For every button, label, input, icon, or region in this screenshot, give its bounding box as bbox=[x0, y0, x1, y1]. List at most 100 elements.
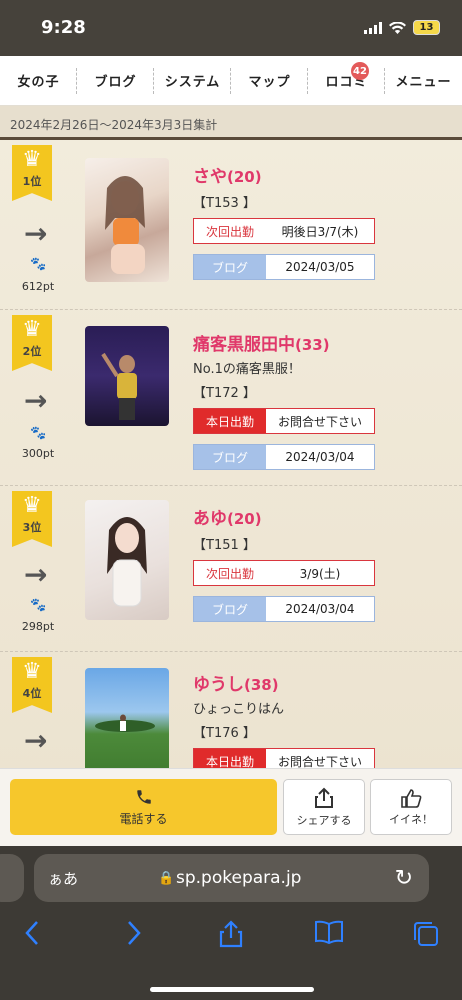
girl-name[interactable]: あゆ(20) bbox=[193, 504, 262, 529]
girl-name-text: さや bbox=[193, 167, 227, 187]
points-label: 298pt bbox=[21, 620, 55, 633]
girl-tno: 【T153 】 bbox=[193, 196, 256, 211]
blog-box[interactable]: ブログ 2024/03/04 bbox=[193, 596, 375, 622]
nav-item-map[interactable]: マップ bbox=[231, 56, 308, 105]
blog-box[interactable]: ブログ 2024/03/05 bbox=[193, 254, 375, 280]
blog-date: 2024/03/04 bbox=[285, 602, 355, 616]
trend-arrow-icon: → bbox=[24, 558, 48, 591]
reviews-count-badge: 42 bbox=[351, 62, 369, 80]
shift-box[interactable]: 本日出勤 お問合せ下さい bbox=[193, 748, 375, 768]
action-bar: 電話する シェアする イイネ！ bbox=[0, 768, 462, 846]
nav-item-reviews[interactable]: ロコミ 42 bbox=[308, 56, 385, 105]
trend-arrow-icon: → bbox=[24, 724, 48, 757]
url-text: sp.pokepara.jp bbox=[176, 868, 302, 888]
nav-item-menu[interactable]: メニュー bbox=[385, 56, 462, 105]
rank-badge: ♛ 1位 bbox=[12, 145, 52, 201]
previous-tab-pill[interactable] bbox=[0, 854, 24, 902]
crown-icon: ♛ bbox=[22, 659, 42, 684]
home-indicator bbox=[150, 987, 314, 992]
ranking-entry[interactable]: ♛ 2位 → 🐾 300pt 痛客黒服田中(33) No.1の痛客黒服！ 【T1… bbox=[0, 310, 462, 486]
girl-name[interactable]: ゆうし(38) bbox=[193, 670, 279, 695]
lock-icon: 🔒 bbox=[158, 870, 175, 886]
girl-photo[interactable] bbox=[85, 158, 169, 282]
girl-tno: 【T172 】 bbox=[193, 386, 256, 401]
nav-item-girls[interactable]: 女の子 bbox=[0, 56, 77, 105]
rank-badge: ♛ 2位 bbox=[12, 315, 52, 371]
girl-photo[interactable] bbox=[85, 500, 169, 620]
url-field[interactable]: ぁあ 🔒 sp.pokepara.jp ↻ bbox=[34, 854, 429, 902]
shift-label: 次回出勤 bbox=[205, 566, 254, 581]
thumbs-up-icon bbox=[401, 788, 422, 808]
points-label: 612pt bbox=[21, 280, 55, 293]
blog-label: ブログ bbox=[194, 445, 266, 469]
crown-icon: ♛ bbox=[22, 317, 42, 342]
nav-item-blog[interactable]: ブログ bbox=[77, 56, 154, 105]
paw-icon: 🐾 bbox=[30, 598, 47, 613]
girl-age: (20) bbox=[227, 168, 262, 186]
share-sheet-icon[interactable] bbox=[218, 920, 244, 955]
ranking-entry[interactable]: ♛ 1位 → 🐾 612pt さや(20) 【T153 】 次回出勤 明後日3/… bbox=[0, 140, 462, 310]
girl-name-text: あゆ bbox=[193, 509, 227, 529]
status-time: 9:28 bbox=[41, 17, 86, 38]
shift-label: 次回出勤 bbox=[205, 224, 254, 239]
wifi-icon bbox=[389, 21, 406, 34]
girl-photo[interactable] bbox=[85, 326, 169, 426]
reload-icon[interactable]: ↻ bbox=[395, 866, 413, 891]
reader-options-button[interactable]: ぁあ bbox=[48, 868, 78, 889]
girl-tno: 【T176 】 bbox=[193, 726, 256, 741]
girl-tno: 【T151 】 bbox=[193, 538, 256, 553]
ranking-entry[interactable]: ♛ 3位 → 🐾 298pt あゆ(20) 【T151 】 次回出勤 3/9(土… bbox=[0, 486, 462, 652]
trend-arrow-icon: → bbox=[24, 384, 48, 417]
points-label: 300pt bbox=[21, 447, 55, 460]
shift-value: お問合せ下さい bbox=[277, 414, 362, 429]
blog-date: 2024/03/04 bbox=[285, 450, 355, 464]
girl-comment: No.1の痛客黒服！ bbox=[193, 362, 301, 377]
paw-icon: 🐾 bbox=[30, 426, 47, 441]
share-button[interactable]: シェアする bbox=[283, 779, 365, 835]
signal-icon bbox=[364, 21, 382, 34]
rank-badge: ♛ 4位 bbox=[12, 657, 52, 713]
status-icons: 13 bbox=[364, 20, 440, 35]
girl-name[interactable]: 痛客黒服田中(33) bbox=[193, 330, 330, 355]
shift-label: 本日出勤 bbox=[194, 409, 266, 433]
crown-icon: ♛ bbox=[22, 493, 42, 518]
like-button-label: イイネ！ bbox=[389, 812, 433, 826]
trend-arrow-icon: → bbox=[24, 217, 48, 250]
phone-icon bbox=[136, 789, 151, 804]
browser-toolbar bbox=[0, 910, 462, 1000]
ranking-period: 2024年2月26日〜2024年3月3日集計 bbox=[0, 106, 462, 140]
nav-item-system[interactable]: システム bbox=[154, 56, 231, 105]
girl-comment: ひょっこりはん bbox=[193, 702, 285, 717]
shift-label: 本日出勤 bbox=[194, 749, 266, 768]
blog-label: ブログ bbox=[194, 255, 266, 279]
shift-box[interactable]: 次回出勤 明後日3/7(木) bbox=[193, 218, 375, 244]
rank-label: 4位 bbox=[22, 687, 42, 700]
bookmarks-icon[interactable] bbox=[314, 920, 344, 951]
ranking-entry[interactable]: ♛ 4位 → ゆうし(38) ひょっこりはん 【T176 】 本日出勤 お問合せ… bbox=[0, 652, 462, 768]
rank-badge: ♛ 3位 bbox=[12, 491, 52, 547]
blog-date: 2024/03/05 bbox=[285, 260, 355, 274]
status-bar: 9:28 13 bbox=[0, 0, 462, 56]
shift-box[interactable]: 次回出勤 3/9(土) bbox=[193, 560, 375, 586]
like-button[interactable]: イイネ！ bbox=[370, 779, 452, 835]
rank-label: 2位 bbox=[22, 345, 42, 358]
share-icon bbox=[315, 787, 333, 808]
blog-box[interactable]: ブログ 2024/03/04 bbox=[193, 444, 375, 470]
site-nav: 女の子 ブログ システム マップ ロコミ 42 メニュー bbox=[0, 56, 462, 106]
shift-box[interactable]: 本日出勤 お問合せ下さい bbox=[193, 408, 375, 434]
tabs-icon[interactable] bbox=[412, 920, 440, 955]
girl-name-text: 痛客黒服田中 bbox=[193, 335, 295, 355]
girl-name[interactable]: さや(20) bbox=[193, 162, 262, 187]
forward-icon[interactable] bbox=[126, 920, 142, 953]
girl-age: (20) bbox=[227, 510, 262, 528]
rank-label: 3位 bbox=[22, 521, 42, 534]
girl-name-text: ゆうし bbox=[193, 675, 244, 695]
girl-age: (33) bbox=[295, 336, 330, 354]
girl-photo[interactable] bbox=[85, 668, 169, 768]
shift-value: お問合せ下さい bbox=[277, 754, 362, 769]
crown-icon: ♛ bbox=[22, 147, 42, 172]
share-button-label: シェアする bbox=[296, 813, 352, 827]
ranking-list[interactable]: ♛ 1位 → 🐾 612pt さや(20) 【T153 】 次回出勤 明後日3/… bbox=[0, 140, 462, 768]
back-icon[interactable] bbox=[24, 920, 40, 953]
call-button[interactable]: 電話する bbox=[10, 779, 277, 835]
